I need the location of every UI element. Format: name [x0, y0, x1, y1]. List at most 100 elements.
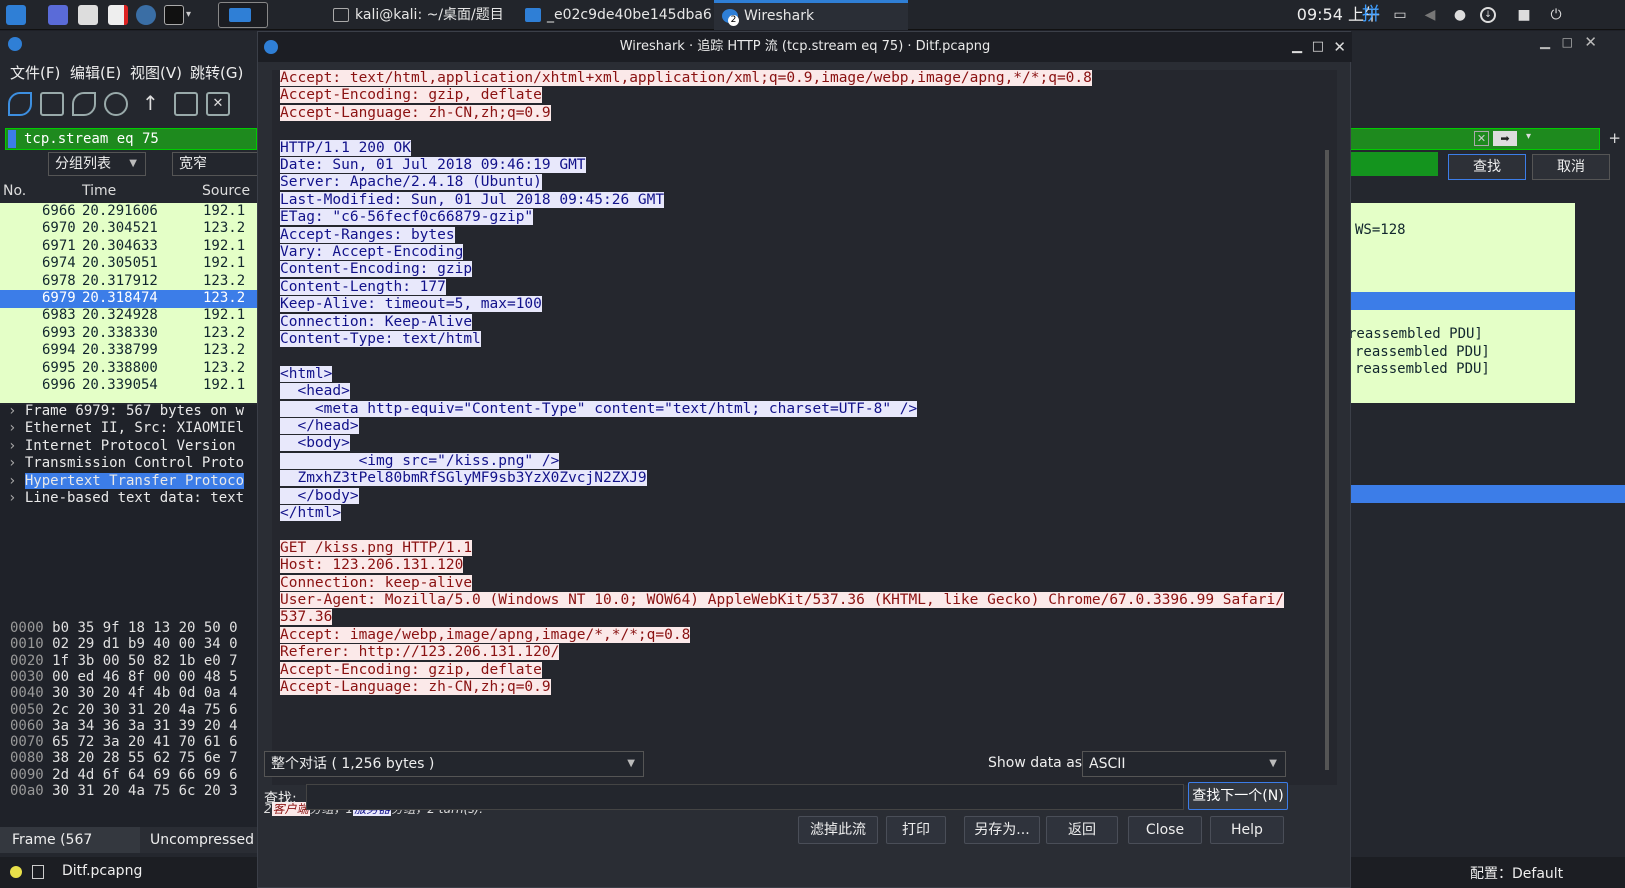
- workspace-switcher[interactable]: [218, 2, 268, 28]
- save-file-icon[interactable]: [174, 92, 198, 116]
- packet-row[interactable]: 6978 20.317912 123.2: [0, 273, 258, 291]
- hex-row[interactable]: 0040 30 30 20 4f 4b 0d 0a 4: [10, 685, 238, 701]
- stop-capture-icon[interactable]: [40, 92, 64, 116]
- chevron-down-icon[interactable]: ▾: [186, 5, 198, 25]
- display-icon[interactable]: ▭: [1392, 7, 1408, 23]
- capture-options-icon[interactable]: [104, 92, 128, 116]
- status-profile[interactable]: 配置：Default: [1470, 863, 1563, 883]
- hex-row[interactable]: 0030 00 ed 46 8f 00 00 48 5: [10, 669, 238, 685]
- hex-row[interactable]: 0000 b0 35 9f 18 13 20 50 0: [10, 620, 238, 636]
- show-desktop-icon[interactable]: [48, 5, 68, 25]
- detail-row[interactable]: › Ethernet II, Src: XIAOMIEl: [8, 420, 244, 438]
- packet-row[interactable]: 6983 20.324928 192.1: [0, 307, 258, 325]
- expand-arrow-icon[interactable]: ›: [8, 473, 25, 489]
- hex-row[interactable]: 0080 38 20 28 55 62 75 6e 7: [10, 750, 238, 766]
- browser-icon[interactable]: [136, 5, 156, 25]
- detail-row[interactable]: › Hypertext Transfer Protoco: [8, 472, 245, 491]
- filter-out-stream-button[interactable]: 滤掉此流: [798, 816, 878, 844]
- column-no[interactable]: No.: [3, 183, 26, 199]
- packet-row[interactable]: 6993 20.338330 123.2: [0, 325, 258, 343]
- hex-row[interactable]: 0070 65 72 3a 20 41 70 61 6: [10, 734, 238, 750]
- capture-comment-icon[interactable]: [32, 865, 44, 879]
- display-filter-input[interactable]: tcp.stream eq 75: [5, 128, 257, 150]
- packet-row[interactable]: 6974 20.305051 192.1: [0, 255, 258, 273]
- filter-history-icon[interactable]: ▾: [1526, 131, 1531, 142]
- start-capture-icon[interactable]: [8, 92, 32, 116]
- detail-row[interactable]: › Line-based text data: text: [8, 490, 244, 508]
- terminal-icon[interactable]: [164, 5, 184, 25]
- detail-row[interactable]: › Internet Protocol Version: [8, 438, 236, 456]
- close-button[interactable]: Close: [1128, 816, 1202, 844]
- hex-row[interactable]: 0020 1f 3b 00 50 82 1b e0 7: [10, 653, 238, 669]
- volume-icon[interactable]: ◀: [1422, 7, 1438, 23]
- expand-arrow-icon[interactable]: ›: [8, 455, 25, 471]
- update-icon[interactable]: ↓: [1480, 7, 1496, 23]
- kali-menu-icon[interactable]: [6, 5, 26, 25]
- close-icon[interactable]: ✕: [1333, 32, 1346, 62]
- menu-view[interactable]: 视图(V): [130, 62, 182, 83]
- notification-bell-icon[interactable]: ●: [1452, 7, 1468, 23]
- bookmark-icon[interactable]: [8, 130, 16, 148]
- show-data-as-select[interactable]: ASCII ▼: [1082, 751, 1286, 777]
- detail-row[interactable]: › Frame 6979: 567 bytes on w: [8, 403, 244, 421]
- column-time[interactable]: Time: [82, 183, 116, 199]
- expand-arrow-icon[interactable]: ›: [8, 438, 25, 454]
- maximize-icon[interactable]: □: [1562, 35, 1573, 49]
- packet-row[interactable]: 6966 20.291606 192.1: [0, 203, 258, 221]
- packet-row[interactable]: 6979 20.318474 123.2: [0, 290, 258, 308]
- clear-filter-icon[interactable]: ✕: [1474, 131, 1489, 146]
- expand-arrow-icon[interactable]: ›: [8, 420, 25, 436]
- menu-file[interactable]: 文件(F): [10, 62, 60, 83]
- packet-row[interactable]: 6995 20.338800 123.2: [0, 360, 258, 378]
- packet-list-select[interactable]: 分组列表 ▼: [48, 152, 146, 176]
- help-button[interactable]: Help: [1210, 816, 1284, 844]
- packet-row[interactable]: 6971 20.304633 192.1: [0, 238, 258, 256]
- packet-row[interactable]: 6996 20.339054 192.1: [0, 377, 258, 395]
- back-button[interactable]: 返回: [1046, 816, 1118, 844]
- detail-row[interactable]: › Transmission Control Proto: [8, 455, 244, 473]
- lock-icon[interactable]: ■: [1516, 7, 1532, 23]
- print-button[interactable]: 打印: [886, 816, 946, 844]
- task-wireshark[interactable]: Wireshark 2: [714, 0, 908, 30]
- save-as-button[interactable]: 另存为...: [964, 816, 1040, 844]
- maximize-icon[interactable]: □: [1312, 32, 1324, 62]
- minimize-icon[interactable]: ▁: [1540, 35, 1550, 50]
- find-next-button[interactable]: 查找下一个(N): [1188, 782, 1288, 810]
- text-editor-icon[interactable]: [108, 5, 128, 25]
- expand-arrow-icon[interactable]: ›: [8, 490, 25, 506]
- task-terminal[interactable]: kali@kali: ~/桌面/题目: [325, 0, 515, 30]
- stream-scrollbar[interactable]: [1325, 150, 1329, 770]
- minimize-icon[interactable]: ▁: [1292, 32, 1302, 62]
- hex-row[interactable]: 00a0 30 31 20 4a 75 6c 20 3: [10, 783, 238, 799]
- cancel-button[interactable]: 取消: [1532, 154, 1610, 180]
- find-button[interactable]: 查找: [1448, 154, 1526, 180]
- stream-content[interactable]: Accept: text/html,application/xhtml+xml,…: [272, 70, 1337, 785]
- column-source[interactable]: Source: [202, 183, 250, 199]
- packet-row[interactable]: 6994 20.338799 123.2: [0, 342, 258, 360]
- file-manager-icon[interactable]: [78, 5, 98, 25]
- menu-go[interactable]: 跳转(G): [190, 62, 243, 83]
- open-file-icon[interactable]: ↑: [142, 92, 166, 116]
- find-input[interactable]: [306, 784, 1184, 810]
- width-select[interactable]: 宽窄: [172, 152, 258, 176]
- power-icon[interactable]: ⏻: [1548, 7, 1564, 23]
- expand-arrow-icon[interactable]: ›: [8, 403, 25, 419]
- add-filter-icon[interactable]: +: [1608, 129, 1621, 147]
- restart-capture-icon[interactable]: [72, 92, 96, 116]
- tab-uncompressed[interactable]: Uncompressed: [150, 827, 254, 853]
- close-file-icon[interactable]: ✕: [206, 92, 230, 116]
- packet-row[interactable]: 6970 20.304521 123.2: [0, 220, 258, 238]
- close-icon[interactable]: ✕: [1584, 33, 1597, 51]
- hex-row[interactable]: 0010 02 29 d1 b9 40 00 34 0: [10, 636, 238, 652]
- expert-info-icon[interactable]: [10, 866, 22, 878]
- hex-row[interactable]: 0090 2d 4d 6f 64 69 66 69 6: [10, 767, 238, 783]
- menu-edit[interactable]: 编辑(E): [70, 62, 121, 83]
- conversation-select[interactable]: 整个对话 ( 1,256 bytes ) ▼: [264, 751, 644, 777]
- hex-row[interactable]: 0060 3a 34 36 3a 31 39 20 4: [10, 718, 238, 734]
- search-green-field[interactable]: [1350, 152, 1438, 176]
- ime-indicator[interactable]: 拼: [1362, 6, 1380, 24]
- tab-frame[interactable]: Frame (567 bytes): [0, 827, 140, 874]
- apply-filter-icon[interactable]: ➡: [1493, 131, 1517, 146]
- task-folder[interactable]: _e02c9de40be145dba6...: [517, 0, 712, 30]
- hex-row[interactable]: 0050 2c 20 30 31 20 4a 75 6: [10, 702, 238, 718]
